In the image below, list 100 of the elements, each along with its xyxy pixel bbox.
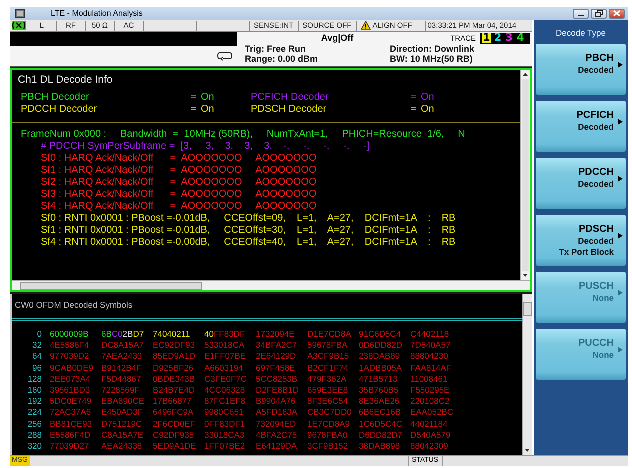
hex-word: A3CF9B15 — [308, 351, 350, 363]
hex-word: 39561BD3 — [50, 385, 92, 396]
hex-word: EAA052BC — [410, 407, 454, 419]
scroll-thumb[interactable] — [523, 302, 532, 316]
arrow-icon — [618, 119, 623, 125]
row-offset: 128 — [26, 374, 42, 386]
average-status: Avg|Off — [321, 32, 354, 44]
softkey-button[interactable]: PDCCH Decoded — [536, 158, 626, 209]
hex-word: D925BF26 — [153, 362, 195, 374]
arrow-icon — [618, 290, 623, 296]
hex-word: FAA814AF — [410, 362, 453, 374]
hex-text: D1E7CD8A — [308, 329, 352, 340]
decode-line: Sf0 : RNTI 0x0001 : PBoost =-0.01dB, CCEOffst=09, L=1, A=27, DCIFmt=1A : RB — [40, 213, 457, 225]
hex-word: 0FF83DF1 — [204, 418, 246, 430]
hex-word: 1FF07BE2 — [204, 441, 246, 452]
direction-text: Direction: Downlink — [390, 44, 476, 54]
hex-word: 5ED9A1DE — [153, 441, 198, 452]
hex-word: 7AEA2433 — [102, 351, 144, 363]
hex-word: C92DF935 — [153, 430, 196, 442]
trace-number[interactable]: 2 — [493, 33, 503, 43]
arrow-icon — [618, 347, 623, 353]
vertical-scrollbar[interactable] — [522, 294, 532, 455]
hex-word: B9142B4F — [102, 362, 143, 374]
decode-line: Sf3 : HARQ Ack/Nack/Off = AOOOOOOO AOOOOOOO — [40, 189, 318, 201]
hex-word: D6DD82D7 — [359, 430, 404, 442]
close-icon — [613, 10, 621, 17]
hex-word: 0BDE343B — [153, 374, 196, 386]
hex-word: 77039D27 — [50, 441, 90, 452]
vertical-scrollbar[interactable] — [520, 70, 530, 280]
hex-word: B24B7E4D — [153, 385, 196, 396]
hex-word: E64129DA — [256, 441, 298, 452]
row-offset: 96 — [32, 362, 42, 374]
hex-text: 6B — [102, 329, 112, 340]
hex-text: 1732094E — [256, 329, 295, 340]
hex-text: 6000009B — [50, 329, 89, 340]
hex-word: 732094ED — [256, 418, 298, 430]
hex-word: 2F6CD0EF — [153, 418, 197, 430]
row-offset: 288 — [26, 430, 42, 442]
decode-line: FrameNum 0x000 : Bandwidth = 10MHz (50RB), NumTxAnt=1, PHICH=Resource 1/6, N — [20, 129, 466, 141]
minimize-button[interactable] — [573, 8, 589, 18]
hex-word: A6603194 — [204, 362, 244, 374]
hex-word: 3CF9B152 — [308, 441, 350, 452]
logo-icon — [12, 21, 26, 30]
hex-word: E1FF07BE — [204, 351, 248, 363]
trace-number[interactable]: 4 — [516, 33, 526, 43]
hex-word: 238DAB89 — [359, 351, 402, 363]
scroll-thumb[interactable] — [20, 282, 202, 290]
panel-title: Ch1 DL Decode Info — [18, 74, 114, 86]
hex-text: 91C6D5C4 — [359, 329, 402, 340]
trace-number[interactable]: 1 — [482, 33, 492, 43]
softkey-button[interactable]: PBCH Decoded — [536, 44, 626, 95]
hex-word: 88042309 — [410, 441, 450, 452]
row-offset: 224 — [26, 407, 42, 419]
hex-word: 9980C651 — [204, 407, 245, 419]
hex-word: 220108C2 — [410, 396, 451, 408]
hex-word: 1C6D5C4C — [359, 418, 404, 430]
decoder-value: On — [421, 92, 436, 104]
horizontal-scrollbar[interactable] — [12, 280, 530, 290]
hex-word: 38DAB898 — [359, 441, 402, 452]
decoder-name: PDSCH Decoder — [251, 104, 328, 116]
decoder-value: On — [201, 104, 216, 116]
restore-button[interactable] — [591, 8, 607, 18]
hex-word: 6496FC9A — [153, 407, 195, 419]
decoder-name: PCFICH Decoder — [251, 92, 330, 104]
hex-word: AEA24338 — [102, 441, 144, 452]
decoder-value: On — [201, 92, 216, 104]
hex-word: 6B6EC16B — [359, 407, 402, 419]
hex-word: 697F458E — [256, 362, 296, 374]
hex-word: 659E3EE8 — [308, 385, 350, 396]
decoder-name: PBCH Decoder — [21, 92, 90, 104]
hex-word: 479F362A — [308, 374, 348, 386]
hex-word: 0D6DD82D — [359, 340, 404, 352]
close-button[interactable] — [609, 8, 625, 18]
hex-word: 17B66877 — [153, 396, 193, 408]
decode-line: Sf4 : HARQ Ack/Nack/Off = AOOOOOOO AOOOOOOO — [40, 201, 318, 213]
decode-line: Sf1 : HARQ Ack/Nack/Off = AOOOOOOO AOOOOOOO — [40, 165, 318, 177]
softkey-button[interactable]: PCFICH Decoded — [536, 101, 626, 152]
row-offset: 64 — [32, 351, 42, 363]
row-offset: 256 — [26, 418, 42, 430]
hex-word: 11008461 — [410, 374, 449, 386]
hex-word: 4BFA2C75 — [256, 430, 298, 442]
hex-word: 85ED9A1D — [153, 351, 197, 363]
row-offset: 320 — [26, 441, 42, 452]
hex-word: 72AC37A6 — [50, 407, 92, 419]
hex-word: 33018CA3 — [204, 430, 246, 442]
hex-word: 5DC0E749 — [50, 396, 93, 408]
hex-word: 1E7CD8A9 — [308, 418, 352, 430]
panel-title: CW0 OFDM Decoded Symbols — [14, 299, 134, 312]
range-text: Range: 0.00 dBm — [245, 54, 320, 64]
window-title: LTE - Modulation Analysis — [51, 9, 143, 18]
softkey-button[interactable]: PDSCH Decoded Tx Port Block — [536, 215, 626, 266]
app-icon — [15, 9, 25, 18]
equals-sign: = — [411, 92, 418, 104]
hex-text: 2B — [122, 329, 134, 340]
trace-number[interactable]: 3 — [504, 33, 514, 43]
decode-line: Sf2 : HARQ Ack/Nack/Off = AOOOOOOO AOOOOOOO — [40, 177, 318, 189]
decode-line: Sf1 : RNTI 0x0001 : PBoost =-0.01dB, CCEOffst=30, L=1, A=27, DCIFmt=1A : RB — [40, 225, 457, 237]
hex-word: 34BFA2C7 — [256, 340, 298, 352]
hex-word: 44021184 — [410, 418, 449, 430]
decoder-value: On — [421, 104, 436, 116]
